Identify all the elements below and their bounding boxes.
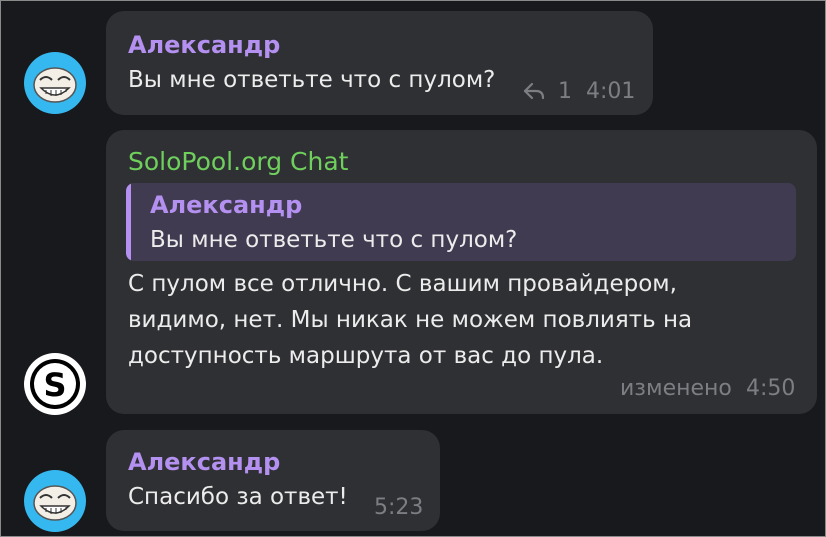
solopool-logo-avatar-icon[interactable]: S	[24, 353, 86, 415]
message-author[interactable]: Александр	[128, 31, 280, 59]
message-text: Вы мне ответьте что с пулом?	[128, 67, 496, 93]
quote-accent-bar	[126, 183, 131, 261]
reply-count[interactable]: 1	[558, 79, 572, 104]
troll-face-avatar-icon[interactable]	[24, 470, 86, 532]
message-bubble[interactable]: SoloPool.org Chat Александр Вы мне ответ…	[106, 130, 817, 414]
message-time: 5:23	[374, 495, 424, 520]
troll-face-avatar-icon[interactable]	[24, 52, 86, 114]
message-bubble[interactable]: Александр Спасибо за ответ! 5:23	[106, 430, 440, 531]
message-line: видимо, нет. Мы никак не можем повлиять …	[128, 307, 693, 333]
channel-author[interactable]: SoloPool.org Chat	[128, 147, 348, 176]
quote-author: Александр	[150, 191, 303, 219]
message-line: С пулом все отлично. С вашим провайдером…	[128, 271, 677, 297]
edited-label: изменено	[620, 376, 732, 401]
message-body: С пулом все отлично. С вашим провайдером…	[128, 266, 692, 374]
message-time: 4:01	[586, 79, 636, 104]
message-author[interactable]: Александр	[128, 448, 280, 476]
quote-text: Вы мне ответьте что с пулом?	[150, 227, 518, 253]
message-text: Спасибо за ответ!	[128, 484, 348, 510]
reply-arrow-icon[interactable]	[522, 81, 546, 105]
message-time: 4:50	[746, 376, 796, 401]
chat-window: Александр Вы мне ответьте что с пулом? 1…	[0, 0, 826, 537]
message-line: доступность маршрута от вас до пула.	[128, 343, 604, 369]
quoted-reply[interactable]: Александр Вы мне ответьте что с пулом?	[126, 183, 796, 261]
message-bubble[interactable]: Александр Вы мне ответьте что с пулом? 1…	[106, 11, 653, 115]
avatar-letter: S	[43, 366, 66, 404]
